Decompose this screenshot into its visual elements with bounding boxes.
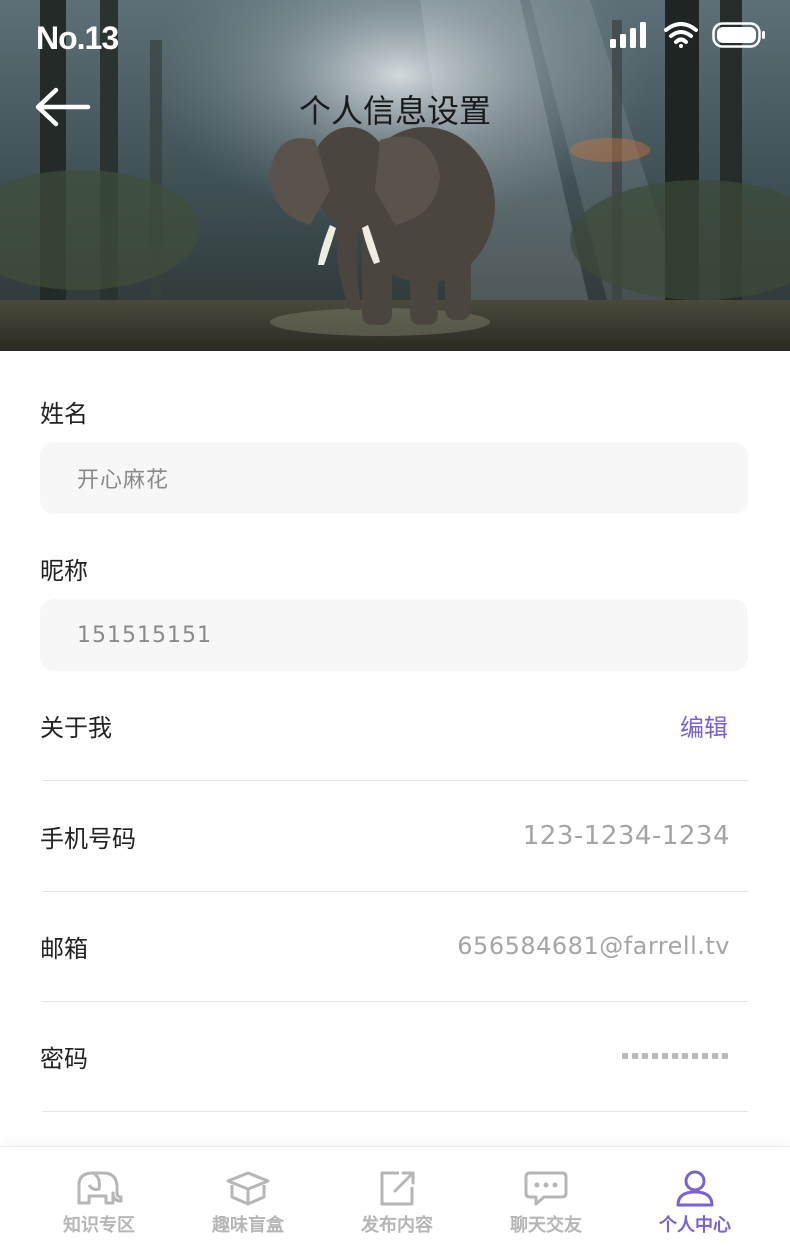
tab-label: 聊天交友 (510, 1215, 582, 1236)
email-row[interactable]: 邮箱 656584681@farrell.tv (40, 901, 748, 991)
edit-about-button[interactable]: 编辑 (680, 708, 748, 743)
elephant-icon (77, 1171, 123, 1205)
signal-icon (610, 22, 646, 48)
status-time: No.13 (36, 20, 119, 56)
page-title: 个人信息设置 (298, 92, 491, 130)
tab-label: 发布内容 (361, 1215, 433, 1236)
forest-elephant-image (0, 0, 790, 351)
divider (42, 1001, 748, 1002)
phone-label: 手机号码 (40, 824, 136, 853)
tab-knowledge[interactable]: 知识专区 (24, 1147, 174, 1259)
battery-icon (712, 22, 765, 48)
name-field[interactable]: 开心麻花 (40, 442, 748, 514)
share-icon (380, 1171, 415, 1206)
password-mask (622, 1053, 748, 1059)
divider (42, 891, 748, 892)
email-value: 656584681@farrell.tv (457, 932, 730, 960)
name-label: 姓名 (40, 400, 88, 428)
tab-profile[interactable]: 个人中心 (620, 1147, 770, 1259)
about-label: 关于我 (40, 713, 112, 742)
chat-icon (524, 1171, 568, 1206)
tab-publish[interactable]: 发布内容 (322, 1147, 472, 1259)
tab-label: 趣味盲盒 (212, 1215, 284, 1236)
tab-chat[interactable]: 聊天交友 (471, 1147, 621, 1259)
wifi-icon (664, 22, 698, 48)
password-label: 密码 (40, 1044, 88, 1073)
email-label: 邮箱 (40, 934, 88, 963)
bottom-tab-bar: 知识专区 趣味盲盒 发布内容 聊天交友 个人中心 (0, 1146, 790, 1259)
tab-label: 知识专区 (63, 1215, 135, 1236)
phone-value: 123-1234-1234 (522, 821, 730, 851)
divider (42, 780, 748, 781)
divider (42, 1111, 748, 1112)
status-icons (610, 22, 766, 48)
phone-row[interactable]: 手机号码 123-1234-1234 (40, 791, 748, 881)
box-icon (226, 1171, 270, 1206)
about-row: 关于我 编辑 (40, 680, 748, 770)
header-banner: No.13 个人信息设置 (0, 0, 790, 351)
nickname-field[interactable]: 151515151 (40, 599, 748, 671)
nickname-label: 昵称 (40, 557, 88, 585)
tab-blind-box[interactable]: 趣味盲盒 (173, 1147, 323, 1259)
user-icon (676, 1170, 714, 1207)
password-row[interactable]: 密码 (40, 1011, 748, 1101)
tab-label: 个人中心 (659, 1215, 731, 1236)
